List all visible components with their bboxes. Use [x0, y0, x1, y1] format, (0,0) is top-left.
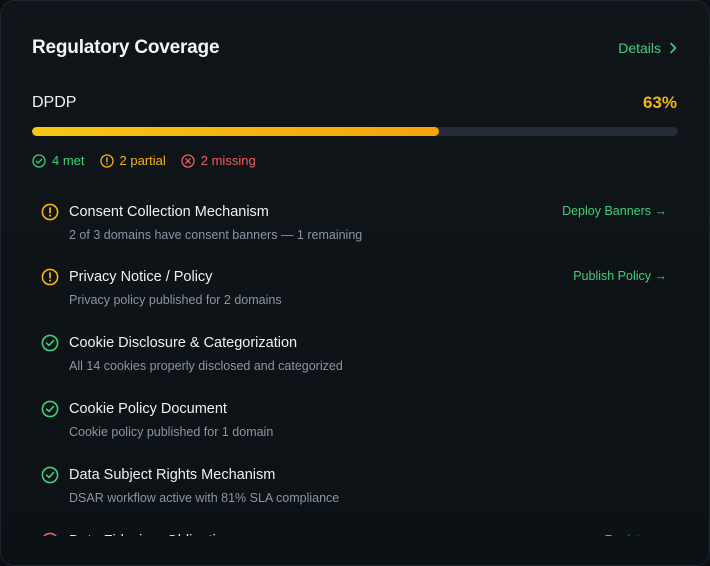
missing-count: 2 missing	[181, 153, 256, 168]
requirement-item: Consent Collection Mechanism 2 of 3 domai…	[41, 192, 667, 248]
requirement-title: Cookie Disclosure & Categorization	[69, 335, 298, 351]
requirement-item: Data Fiduciary Obligations Register →	[41, 521, 667, 536]
check-circle-icon	[41, 400, 59, 418]
requirement-item: Cookie Disclosure & Categorization All 14…	[41, 323, 667, 379]
x-circle-icon	[41, 532, 59, 536]
framework-row: DPDP 63%	[32, 93, 677, 115]
alert-circle-icon	[41, 268, 59, 286]
status-summary: 4 met 2 partial 2 missing	[32, 153, 256, 168]
requirement-item: Cookie Policy Document Cookie policy publ…	[41, 389, 667, 445]
requirement-title: Data Subject Rights Mechanism	[69, 467, 276, 483]
missing-label: 2 missing	[200, 153, 256, 168]
details-label: Details	[618, 40, 661, 56]
requirement-description: 2 of 3 domains have consent banners — 1 …	[69, 228, 363, 242]
requirement-title: Cookie Policy Document	[69, 401, 227, 417]
details-link[interactable]: Details	[618, 40, 677, 56]
requirements-list[interactable]: Consent Collection Mechanism 2 of 3 domai…	[1, 183, 709, 536]
x-circle-icon	[181, 153, 195, 168]
requirement-title: Privacy Notice / Policy	[69, 269, 213, 285]
requirement-description: Privacy policy published for 2 domains	[69, 293, 282, 307]
requirement-action-link[interactable]: Publish Policy →	[573, 269, 667, 283]
requirement-action-link[interactable]: Deploy Banners →	[562, 204, 667, 218]
chevron-right-icon	[669, 42, 677, 54]
framework-percent: 63%	[642, 93, 677, 112]
check-circle-icon	[32, 153, 46, 168]
check-circle-icon	[41, 334, 59, 352]
partial-count: 2 partial	[99, 153, 166, 168]
requirement-title: Data Fiduciary Obligations	[69, 533, 239, 536]
card-header: Regulatory Coverage Details	[32, 37, 677, 63]
coverage-progress-fill	[32, 127, 439, 136]
card-title: Regulatory Coverage	[32, 37, 220, 58]
alert-circle-icon	[41, 203, 59, 221]
requirement-description: Cookie policy published for 1 domain	[69, 425, 274, 439]
requirement-description: All 14 cookies properly disclosed and ca…	[69, 359, 343, 373]
requirement-action-link[interactable]: Register →	[604, 533, 667, 536]
alert-circle-icon	[99, 153, 114, 168]
met-count: 4 met	[32, 153, 85, 168]
requirement-item: Data Subject Rights Mechanism DSAR workfl…	[41, 455, 667, 511]
coverage-progress-bar	[32, 127, 678, 136]
regulatory-coverage-card: Regulatory Coverage Details DPDP 63% 4 m…	[0, 0, 710, 566]
partial-label: 2 partial	[119, 153, 166, 168]
framework-name: DPDP	[32, 94, 77, 111]
requirement-item: Privacy Notice / Policy Privacy policy pu…	[41, 257, 667, 313]
met-label: 4 met	[52, 153, 85, 168]
check-circle-icon	[41, 466, 59, 484]
requirement-title: Consent Collection Mechanism	[69, 204, 269, 220]
requirement-description: DSAR workflow active with 81% SLA compli…	[69, 491, 340, 505]
